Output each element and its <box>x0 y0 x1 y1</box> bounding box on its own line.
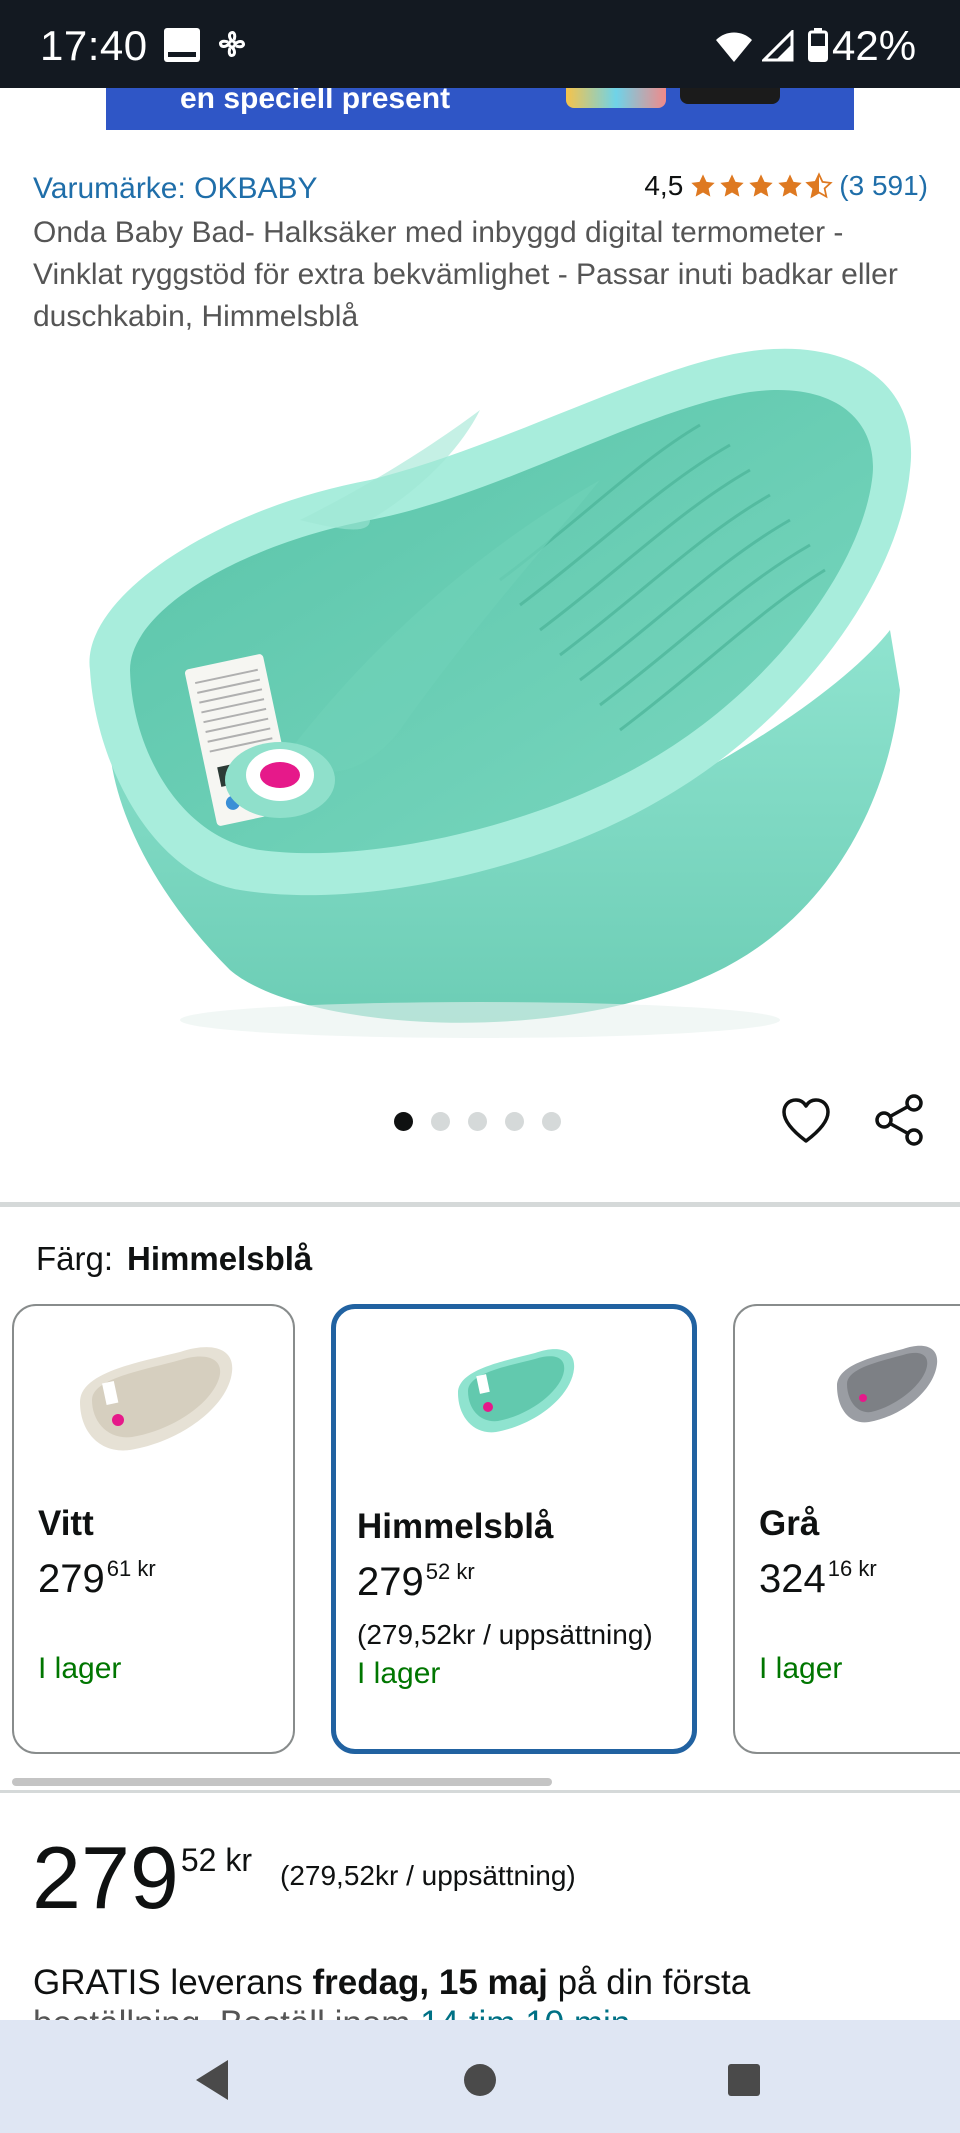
variant-stock: I lager <box>357 1657 441 1690</box>
status-time: 17:40 <box>40 22 148 69</box>
product-title: Onda Baby Bad- Halksäker med inbyggd dig… <box>33 216 898 333</box>
rating-count[interactable]: (3 591) <box>839 170 928 202</box>
ad-banner[interactable]: en speciell present <box>106 88 854 130</box>
variant-thumbnail <box>80 1347 233 1451</box>
star-full-icon <box>691 174 715 197</box>
back-icon[interactable] <box>182 2050 242 2110</box>
notification-icon <box>164 28 200 62</box>
ad-graphic-dark <box>680 88 780 104</box>
carousel-dot[interactable] <box>468 1112 487 1131</box>
carousel-dot[interactable] <box>542 1112 561 1131</box>
variant-thumbnail <box>837 1345 938 1423</box>
battery-percent: 42% <box>832 22 917 69</box>
variant-stock: I lager <box>759 1652 843 1685</box>
main-price: 279 52 kr <box>32 1830 252 1926</box>
color-selected-value: Himmelsblå <box>127 1240 313 1277</box>
variant-unit-price: (279,52kr / uppsättning) <box>357 1619 653 1650</box>
recents-icon[interactable] <box>714 2050 774 2110</box>
fan-icon <box>214 26 250 67</box>
star-full-icon <box>749 174 773 197</box>
brand-link[interactable]: Varumärke: OKBABY <box>33 172 318 206</box>
rating-value: 4,5 <box>644 170 684 201</box>
variant-price: 32416 kr <box>759 1556 877 1601</box>
delivery-suffix: på din första <box>557 1963 751 2002</box>
star-half-icon <box>805 172 833 199</box>
signal-icon <box>760 28 794 67</box>
variant-name: Vitt <box>38 1504 94 1543</box>
color-label: Färg: <box>36 1240 114 1277</box>
carousel-dot[interactable] <box>431 1112 450 1131</box>
star-full-icon <box>720 174 744 197</box>
heart-icon[interactable] <box>780 1096 832 1148</box>
rating-stars <box>689 172 833 200</box>
delivery-info: GRATIS leverans fredag, 15 maj på din fö… <box>33 1958 933 2008</box>
price-fraction: 52 kr <box>180 1842 252 1878</box>
variant-stock: I lager <box>38 1652 122 1685</box>
price-whole: 279 <box>32 1828 179 1927</box>
variant-card-himmelsbla[interactable]: Himmelsblå 27952 kr (279,52kr / uppsättn… <box>331 1304 697 1754</box>
color-label-row: Färg: Himmelsblå <box>36 1240 312 1278</box>
navigation-bar <box>0 2020 960 2133</box>
star-full-icon <box>778 174 802 197</box>
variant-thumbnail <box>458 1349 575 1433</box>
variant-price: 27961 kr <box>38 1556 156 1601</box>
variant-card-vitt[interactable]: Vitt 27961 kr I lager <box>12 1304 295 1754</box>
variant-card-gra[interactable]: Grå 32416 kr I lager <box>733 1304 960 1754</box>
carousel-dot[interactable] <box>394 1112 413 1131</box>
section-divider <box>0 1790 960 1793</box>
share-icon[interactable] <box>872 1092 928 1148</box>
price-unit: (279,52kr / uppsättning) <box>280 1860 576 1891</box>
wifi-icon <box>716 32 752 67</box>
delivery-prefix: GRATIS leverans <box>33 1963 303 2002</box>
variant-name: Grå <box>759 1504 820 1543</box>
home-icon[interactable] <box>450 2050 510 2110</box>
battery-icon <box>808 28 828 67</box>
carousel-dot[interactable] <box>505 1112 524 1131</box>
status-bar: 17:40 42% <box>0 0 960 88</box>
rating[interactable]: 4,5 (3 591) <box>644 170 928 202</box>
product-image[interactable] <box>40 330 920 1050</box>
variant-name: Himmelsblå <box>357 1507 554 1546</box>
delivery-date: fredag, 15 maj <box>312 1963 548 2002</box>
ad-text: en speciell present <box>180 88 451 115</box>
ad-graphic <box>566 88 666 108</box>
image-carousel-dots <box>394 1112 561 1131</box>
section-divider <box>0 1202 960 1207</box>
variant-scrollbar[interactable] <box>12 1778 552 1786</box>
variant-price: 27952 kr <box>357 1559 475 1604</box>
